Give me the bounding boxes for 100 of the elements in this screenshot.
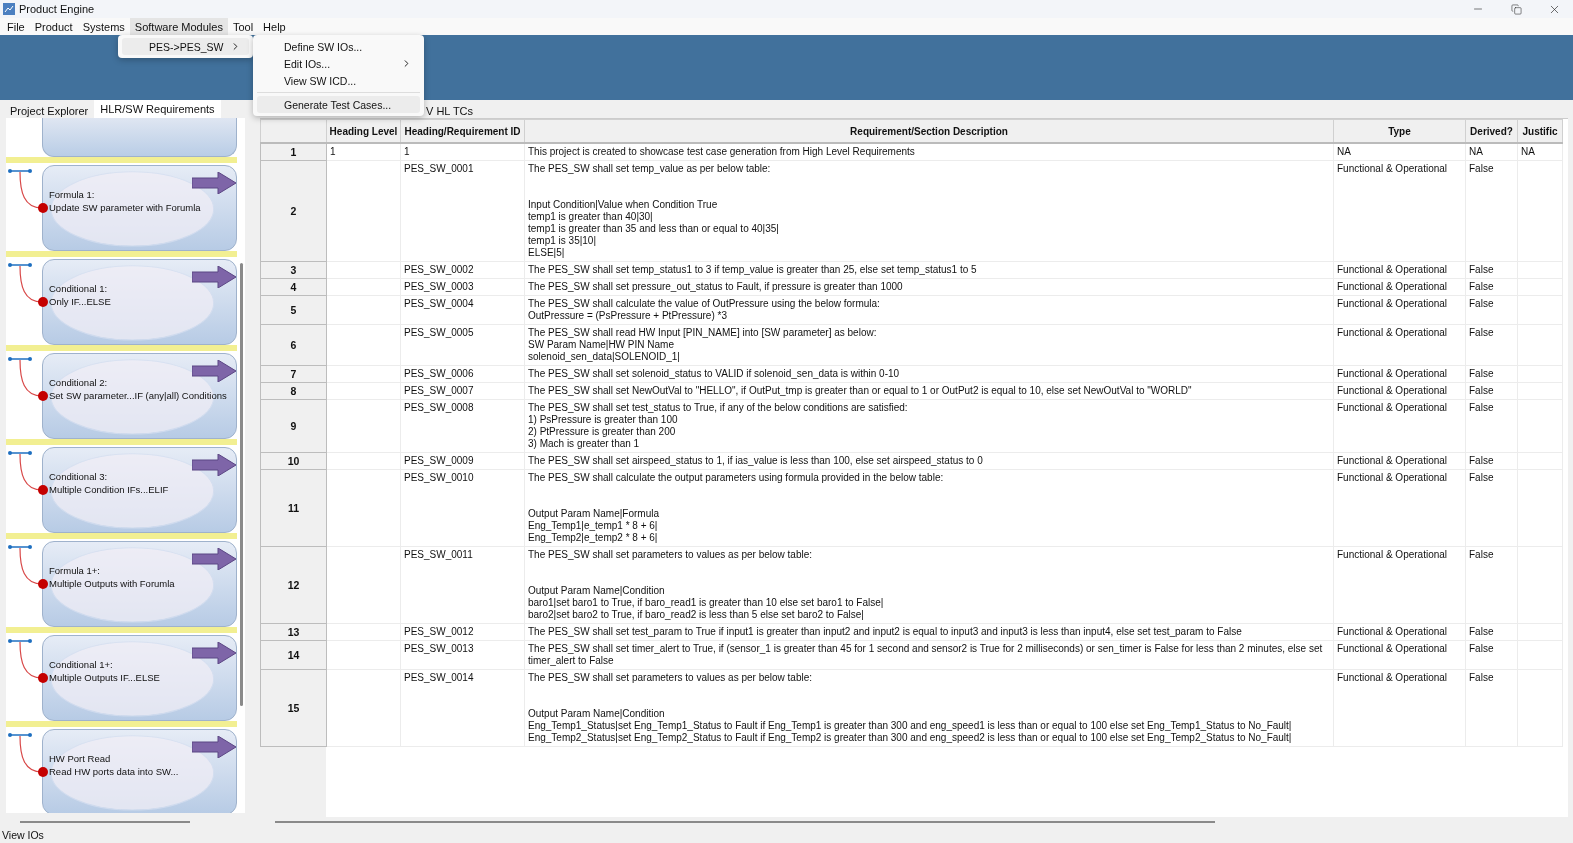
template-card[interactable]: Conditional 2: Set SW parameter...IF (any|all) Conditions xyxy=(42,353,237,439)
table-cell: False xyxy=(1465,295,1518,325)
table-cell: The PES_SW shall set test_param to True if input1 is greater than input2 and input2 is equal to input3 and input3 is less than input4, else set test_param to False xyxy=(524,623,1334,641)
table-cell: Functional & Operational xyxy=(1333,669,1466,747)
table-cell: The PES_SW shall calculate the output parameters using formula provided in the below table: Output Param Name|Formula Eng_Temp1|e_temp1 * 8 + 6| Eng_Temp2|e_temp2 * 8 + 6| xyxy=(524,469,1334,547)
table-cell: Functional & Operational xyxy=(1333,640,1466,670)
card-title: Formula 1: xyxy=(49,188,96,201)
row-header[interactable]: 11 xyxy=(260,469,327,547)
table-cell: Functional & Operational xyxy=(1333,623,1466,641)
menu-item[interactable]: Tool xyxy=(227,18,259,35)
table-cell: PES_SW_0006 xyxy=(400,365,525,383)
template-card[interactable]: HW Port Read Read HW ports data into SW... xyxy=(42,729,237,813)
column-header[interactable]: Requirement/Section Description xyxy=(524,119,1334,143)
card-title: Conditional 1: xyxy=(49,282,109,295)
menu-item[interactable]: View SW ICD... xyxy=(257,72,420,89)
table-cell: Functional & Operational xyxy=(1333,324,1466,366)
table-cell: The PES_SW shall set NewOutVal to "HELLO", if OutPut_tmp is greater than or equal to 1 or OutPut2 is equal to 10, else set NewOutVal to "WORLD" xyxy=(524,382,1334,400)
table-cell: PES_SW_0009 xyxy=(400,452,525,470)
table-cell: PES_SW_0005 xyxy=(400,324,525,366)
table-cell: False xyxy=(1465,640,1518,670)
row-header[interactable]: 12 xyxy=(260,546,327,624)
menu-item[interactable]: PES->PES_SW xyxy=(122,38,249,55)
table-cell: The PES_SW shall set timer_alert to True, if (sensor_1 is greater than 45 for 1 second and sensor2 is True for 2 milliseconds) or sen_timer is False for less than 2 minutes, else set timer_alert to False xyxy=(524,640,1334,670)
table-cell: PES_SW_0013 xyxy=(400,640,525,670)
table-cell: PES_SW_0007 xyxy=(400,382,525,400)
table-cell: The PES_SW shall set temp_status1 to 3 if temp_value is greater than 25, else set temp_status1 to 5 xyxy=(524,261,1334,279)
row-header[interactable]: 2 xyxy=(260,160,327,262)
table-cell: False xyxy=(1465,261,1518,279)
menu-item[interactable]: Product xyxy=(29,18,78,35)
menu-item[interactable]: File xyxy=(2,18,30,35)
scrollbar-thumb[interactable] xyxy=(275,821,1215,823)
table-cell: The PES_SW shall set solenoid_status to VALID if solenoid_sen_data is within 0-10 xyxy=(524,365,1334,383)
menu-item[interactable]: Generate Test Cases... xyxy=(257,96,420,113)
table-cell: NA xyxy=(1465,143,1518,161)
table-cell: False xyxy=(1465,278,1518,296)
template-card[interactable]: Conditional 3: Multiple Condition IFs...ELIF xyxy=(42,447,237,533)
template-card[interactable]: Formula 1: Update SW parameter with Forumla xyxy=(42,165,237,251)
table-cell: Functional & Operational xyxy=(1333,399,1466,453)
window-title: Product Engine xyxy=(19,3,95,15)
table-cell: The PES_SW shall read HW Input [PIN_NAME] into [SW parameter] as below: SW Param Name|HW PIN Name solenoid_sen_data|SOLENOID_1| xyxy=(524,324,1334,366)
card-title: HW Port Read xyxy=(49,752,112,765)
card-subtitle: Read HW ports data into SW... xyxy=(49,765,180,778)
table-cell: PES_SW_0001 xyxy=(400,160,525,262)
template-card[interactable]: Conditional 1: Only IF...ELSE xyxy=(42,259,237,345)
scrollbar-thumb[interactable] xyxy=(20,821,190,823)
template-card[interactable]: Conditional 1+: Multiple Outputs IF...ELSE xyxy=(42,635,237,721)
card-subtitle: Multiple Condition IFs...ELIF xyxy=(49,483,170,496)
table-cell: PES_SW_0014 xyxy=(400,669,525,747)
row-header[interactable]: 15 xyxy=(260,669,327,747)
row-header[interactable]: 5 xyxy=(260,295,327,325)
table-cell: False xyxy=(1465,365,1518,383)
table-cell: Functional & Operational xyxy=(1333,278,1466,296)
card-subtitle: Set SW parameter...IF (any|all) Conditions xyxy=(49,389,228,402)
menu-item[interactable]: Help xyxy=(258,18,291,35)
arrow-icon xyxy=(192,266,236,288)
table-cell: Functional & Operational xyxy=(1333,452,1466,470)
table-cell: The PES_SW shall set pressure_out_status to Fault, if pressure is greater than 1000 xyxy=(524,278,1334,296)
table-cell: NA xyxy=(1517,143,1563,161)
table-cell: The PES_SW shall set test_status to True, if any of the below conditions are satisfied: 1) PsPressure is greater than 100 2) PtPressure is greater than 200 3) Mach is greater than 1 xyxy=(524,399,1334,453)
template-card[interactable]: Formula 1+: Multiple Outputs with Forumla xyxy=(42,541,237,627)
menu-item[interactable]: Define SW IOs... xyxy=(257,38,420,55)
table-cell: The PES_SW shall set parameters to values as per below table: Output Param Name|Condition baro1|set baro1 to True, if baro_read1 is greater than 10 else set baro1 to False| baro2|set baro2 to True, if baro_read2 is less than 5 else set baro2 to False| xyxy=(524,546,1334,624)
menu-item[interactable]: Systems xyxy=(77,18,130,35)
table-cell: Functional & Operational xyxy=(1333,365,1466,383)
table-cell: PES_SW_0012 xyxy=(400,623,525,641)
table-cell: Functional & Operational xyxy=(1333,160,1466,262)
table-cell: PES_SW_0004 xyxy=(400,295,525,325)
table-cell: PES_SW_0011 xyxy=(400,546,525,624)
card-title: Conditional 2: xyxy=(49,376,109,389)
column-header[interactable]: Heading Level xyxy=(326,119,401,143)
row-header[interactable]: 9 xyxy=(260,399,327,453)
column-header[interactable]: Derived? xyxy=(1465,119,1518,143)
table-cell: PES_SW_0010 xyxy=(400,469,525,547)
table-cell: The PES_SW shall set airspeed_status to 1, if ias_value is less than 100, else set airspeed_status to 0 xyxy=(524,452,1334,470)
table-cell: Functional & Operational xyxy=(1333,469,1466,547)
arrow-icon xyxy=(192,360,236,382)
arrow-icon xyxy=(192,548,236,570)
table-cell: 1 xyxy=(326,143,401,161)
table-cell: NA xyxy=(1333,143,1466,161)
card-title: Conditional 1+: xyxy=(49,658,114,671)
menu-item[interactable]: Software Modules xyxy=(129,18,228,35)
status-text: View IOs xyxy=(2,829,44,841)
column-header[interactable]: Type xyxy=(1333,119,1466,143)
tab[interactable]: HLR/SW Requirements xyxy=(94,100,221,118)
table-cell: False xyxy=(1465,623,1518,641)
column-header[interactable]: Heading/Requirement ID xyxy=(400,119,525,143)
row-header[interactable]: 14 xyxy=(260,640,327,670)
table-cell: False xyxy=(1465,452,1518,470)
table-cell: This project is created to showcase test case generation from High Level Requirements xyxy=(524,143,1334,161)
row-header[interactable]: 6 xyxy=(260,324,327,366)
arrow-icon xyxy=(192,736,236,758)
scrollbar-thumb[interactable] xyxy=(240,263,243,706)
arrow-icon xyxy=(192,454,236,476)
table-cell: False xyxy=(1465,546,1518,624)
app-icon xyxy=(3,3,15,15)
card-title: Formula 1+: xyxy=(49,564,101,577)
menu-item[interactable]: Edit IOs... xyxy=(257,55,420,72)
card-subtitle: Multiple Outputs IF...ELSE xyxy=(49,671,161,684)
table-cell: False xyxy=(1465,382,1518,400)
column-header[interactable]: Justific xyxy=(1517,119,1563,143)
